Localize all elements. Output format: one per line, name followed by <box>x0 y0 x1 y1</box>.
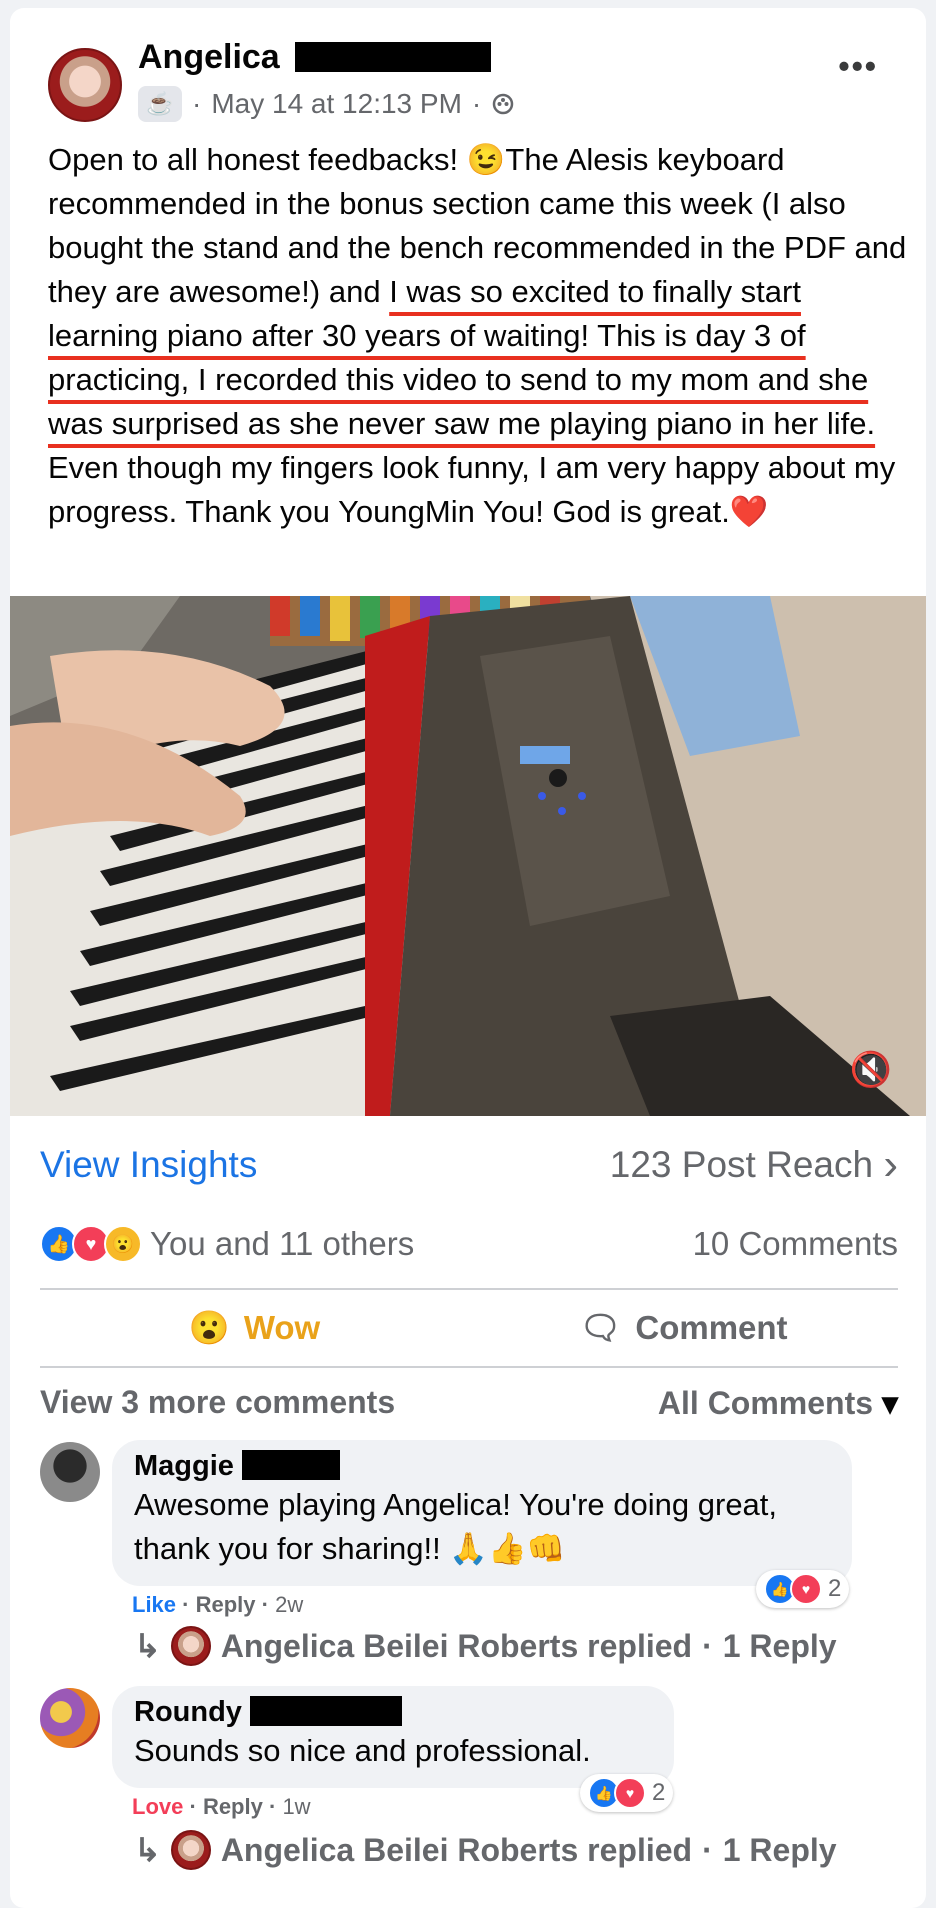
post-body: Open to all honest feedbacks! 😉The Alesi… <box>48 138 910 534</box>
love-comment-button[interactable]: Love <box>132 1794 183 1819</box>
wow-emoji-icon: 😮 <box>188 1308 230 1346</box>
view-insights-link[interactable]: View Insights <box>40 1144 257 1186</box>
post-reach-count: 123 Post Reach <box>609 1144 874 1185</box>
comment-actions: Love · Reply · 1w <box>132 1794 311 1820</box>
reaction-icons: 👍 ♥ 😮 <box>40 1225 142 1263</box>
comment-reactions[interactable]: 👍 ♥ 2 <box>756 1570 850 1608</box>
comment-text: Sounds so nice and professional. <box>134 1733 591 1768</box>
separator: · <box>189 1794 197 1819</box>
comment-reaction-count: 2 <box>652 1779 666 1806</box>
reply-button[interactable]: Reply <box>203 1794 263 1819</box>
love-reaction-icon: ♥ <box>790 1573 822 1605</box>
like-comment-button[interactable]: Like <box>132 1592 176 1617</box>
redacted-surname <box>241 1450 340 1480</box>
reply-count: 1 Reply <box>722 1627 837 1664</box>
author-avatar[interactable] <box>48 48 122 122</box>
comment-bubble: Maggie Awesome playing Angelica! You're … <box>112 1440 852 1586</box>
separator: · <box>192 88 202 119</box>
filter-label: All Comments <box>657 1385 874 1421</box>
comments-count[interactable]: 10 Comments <box>693 1225 898 1263</box>
post-video[interactable]: 🔇 <box>10 596 926 1116</box>
heart-emoji-icon: ❤️ <box>729 494 769 529</box>
comment-text: Awesome playing Angelica! You're doing g… <box>134 1487 778 1566</box>
comment-bubble: Roundy Sounds so nice and professional. <box>112 1686 674 1788</box>
post-meta: ☕ · May 14 at 12:13 PM · <box>138 86 515 122</box>
comment-bubble-icon: 🗨 <box>579 1308 622 1346</box>
replied-by-text: Angelica Beilei Roberts replied <box>220 1627 693 1664</box>
mute-icon[interactable]: 🔇 <box>850 1050 892 1090</box>
all-comments-filter[interactable]: All Comments ▾ <box>658 1384 898 1422</box>
reply-arrow-icon: ↳ <box>134 1628 161 1664</box>
comment-time[interactable]: 2w <box>275 1592 303 1617</box>
cup-icon: ☕ <box>138 86 182 122</box>
reply-arrow-icon: ↳ <box>134 1832 161 1868</box>
commenter-name[interactable]: Roundy <box>134 1696 652 1729</box>
separator: · <box>471 88 482 119</box>
comment-reaction-count: 2 <box>828 1575 842 1602</box>
replied-by-text: Angelica Beilei Roberts replied <box>220 1831 693 1868</box>
caret-down-icon: ▾ <box>881 1385 898 1421</box>
comment-reactions[interactable]: 👍 ♥ 2 <box>580 1774 674 1812</box>
action-bar: 😮 Wow 🗨 Comment <box>40 1290 898 1366</box>
replies-link[interactable]: ↳ Angelica Beilei Roberts replied · 1 Re… <box>134 1830 837 1870</box>
comment-actions: Like · Reply · 2w <box>132 1592 303 1618</box>
redacted-surname <box>295 42 492 72</box>
separator: · <box>268 1794 277 1819</box>
post-date[interactable]: May 14 at 12:13 PM <box>211 88 462 120</box>
reactions-summary-row: 👍 ♥ 😮 You and 11 others 10 Comments <box>40 1225 898 1263</box>
commenter-first-name: Roundy <box>134 1696 242 1728</box>
author-first-name[interactable]: Angelica <box>138 38 280 76</box>
separator: · <box>702 1627 713 1664</box>
replies-link[interactable]: ↳ Angelica Beilei Roberts replied · 1 Re… <box>134 1626 837 1666</box>
redacted-surname <box>250 1696 402 1726</box>
separator: · <box>261 1592 269 1617</box>
commenter-avatar[interactable] <box>40 1688 100 1748</box>
wow-label: Wow <box>243 1309 321 1346</box>
author-name[interactable]: Angelica <box>138 38 492 77</box>
replier-avatar <box>170 1626 211 1666</box>
view-more-comments-link[interactable]: View 3 more comments <box>40 1384 395 1422</box>
post-reach[interactable]: 123 Post Reach › <box>610 1140 898 1190</box>
love-reaction-icon: ♥ <box>614 1777 646 1809</box>
reactions-count-text: You and 11 others <box>150 1225 415 1262</box>
insights-row[interactable]: View Insights 123 Post Reach › <box>40 1140 898 1190</box>
comments-header: View 3 more comments All Comments ▾ <box>40 1384 898 1422</box>
privacy-members-icon <box>492 93 514 115</box>
commenter-first-name: Maggie <box>134 1450 234 1482</box>
chevron-right-icon: › <box>883 1140 898 1189</box>
post-text-intro: Open to all honest feedbacks! <box>48 142 467 177</box>
replier-avatar <box>170 1830 211 1870</box>
reply-count: 1 Reply <box>722 1831 837 1868</box>
divider-bottom <box>40 1366 898 1368</box>
piano-video-frame[interactable] <box>10 596 926 1116</box>
more-options-icon[interactable]: ••• <box>838 48 878 85</box>
comment-time[interactable]: 1w <box>282 1794 310 1819</box>
wow-reaction-icon: 😮 <box>104 1225 142 1263</box>
separator: · <box>182 1592 190 1617</box>
wow-button[interactable]: 😮 Wow <box>40 1309 469 1348</box>
comment-button[interactable]: 🗨 Comment <box>469 1309 898 1348</box>
separator: · <box>702 1831 713 1868</box>
commenter-avatar[interactable] <box>40 1442 100 1502</box>
comment-label: Comment <box>635 1309 788 1346</box>
reply-button[interactable]: Reply <box>196 1592 256 1617</box>
commenter-name[interactable]: Maggie <box>134 1450 830 1483</box>
reactions-summary[interactable]: 👍 ♥ 😮 You and 11 others <box>40 1225 414 1263</box>
wink-emoji-icon: 😉 <box>466 142 506 177</box>
